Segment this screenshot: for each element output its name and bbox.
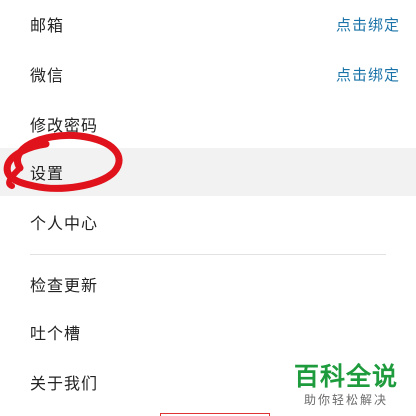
menu-item-check-update[interactable]: 检查更新 bbox=[0, 260, 416, 308]
watermark-subtitle: 助你轻松解决 bbox=[303, 393, 388, 407]
menu-item-check-update-label: 检查更新 bbox=[30, 276, 99, 295]
menu-item-change-password[interactable]: 修改密码 bbox=[0, 100, 416, 148]
menu-item-feedback[interactable]: 吐个槽 bbox=[0, 308, 416, 356]
menu-item-email[interactable]: 邮箱 点击绑定 bbox=[0, 0, 416, 48]
section-divider bbox=[30, 254, 386, 255]
watermark-logo: 百科全说 助你轻松解决 bbox=[290, 362, 402, 408]
menu-item-change-password-label: 修改密码 bbox=[30, 116, 99, 135]
menu-item-email-label: 邮箱 bbox=[30, 16, 65, 35]
menu-item-feedback-label: 吐个槽 bbox=[30, 324, 82, 343]
menu-item-wechat[interactable]: 微信 点击绑定 bbox=[0, 50, 416, 98]
menu-item-about-label: 关于我们 bbox=[30, 374, 99, 393]
watermark-title: 百科全说 bbox=[293, 362, 398, 391]
account-menu-screen: 邮箱 点击绑定 微信 点击绑定 修改密码 设置 个人中心 检查更新 吐个槽 关于… bbox=[0, 0, 416, 416]
menu-item-personal-center-label: 个人中心 bbox=[30, 214, 99, 233]
menu-item-settings-label: 设置 bbox=[30, 164, 65, 183]
menu-item-personal-center[interactable]: 个人中心 bbox=[0, 198, 416, 246]
bind-wechat-link[interactable]: 点击绑定 bbox=[336, 64, 400, 85]
menu-item-wechat-label: 微信 bbox=[30, 66, 65, 85]
bind-email-link[interactable]: 点击绑定 bbox=[336, 14, 400, 35]
menu-item-settings[interactable]: 设置 bbox=[0, 148, 416, 196]
